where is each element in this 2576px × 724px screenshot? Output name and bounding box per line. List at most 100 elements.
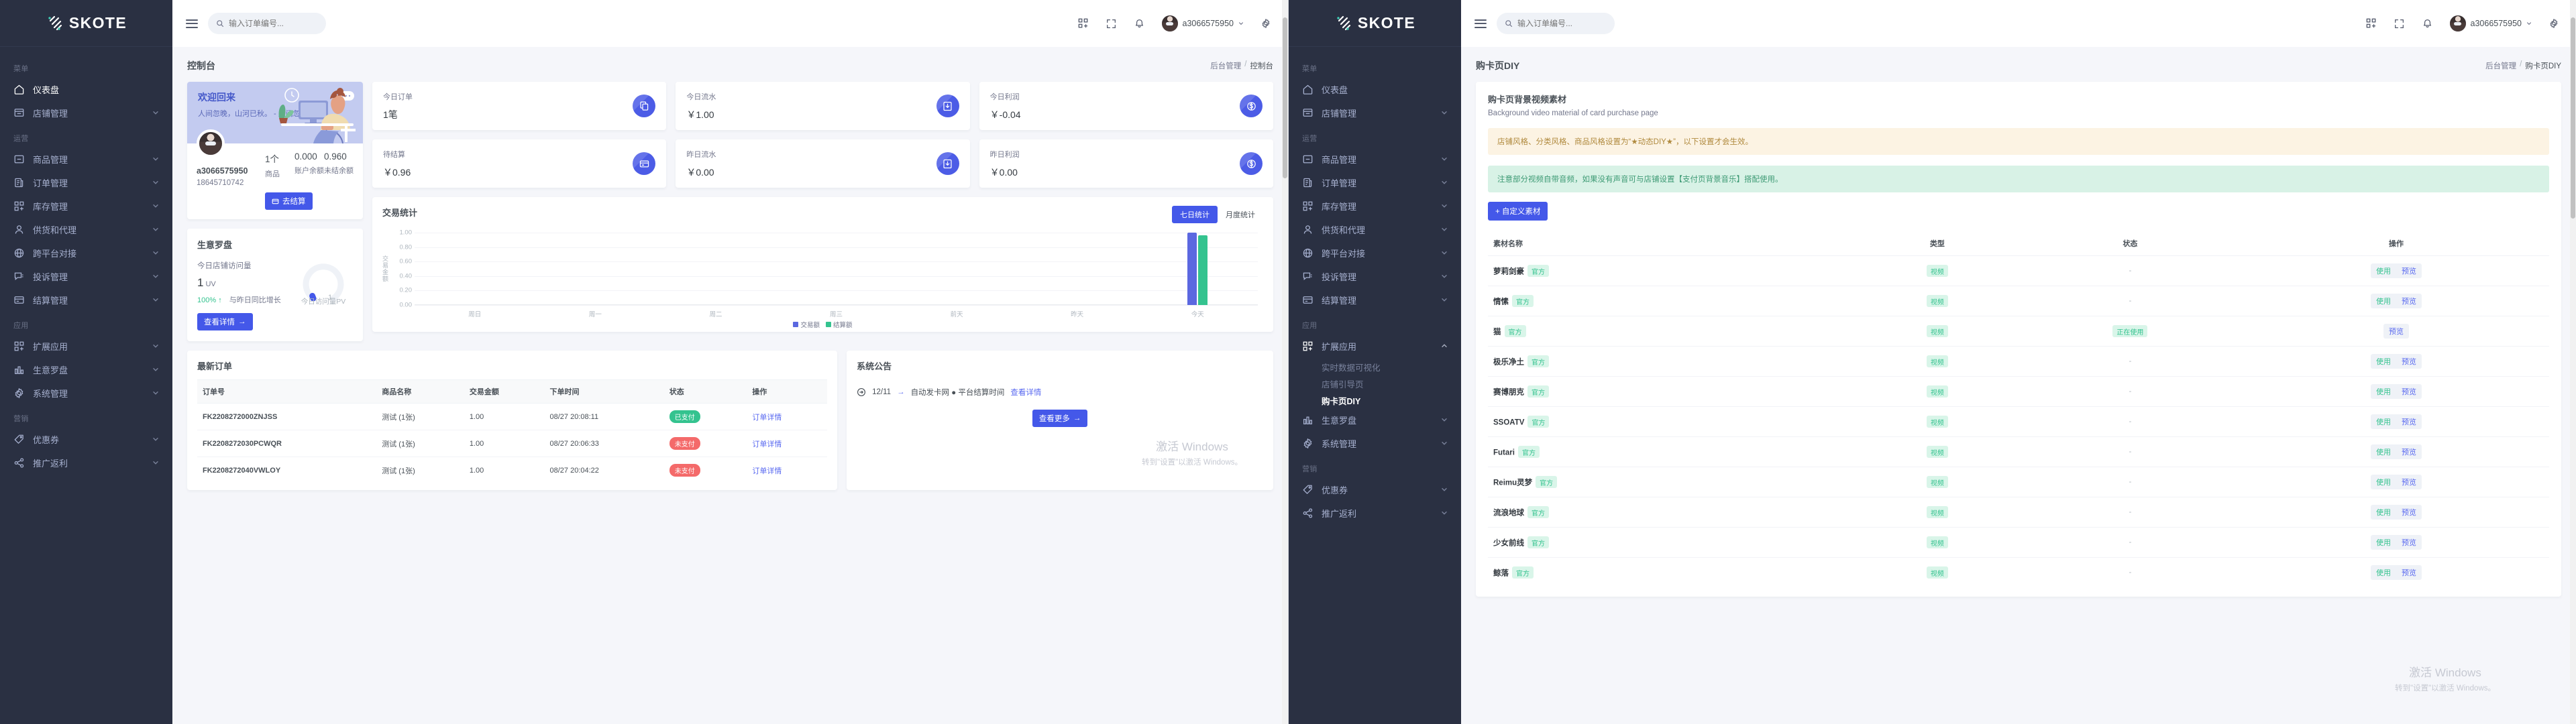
action-使用[interactable]: 使用 — [2371, 414, 2396, 429]
sidebar-item-扩展应用[interactable]: 扩展应用 — [0, 336, 172, 356]
sidebar-item-跨平台对接[interactable]: 跨平台对接 — [0, 243, 172, 263]
action-使用[interactable]: 使用 — [2371, 444, 2396, 459]
sidebar-item-推广返利[interactable]: 推广返利 — [1289, 503, 1461, 523]
action-预览[interactable]: 预览 — [2396, 414, 2422, 429]
user-menu[interactable]: a3066575950 — [1154, 0, 1252, 47]
action-预览[interactable]: 预览 — [2396, 444, 2422, 459]
view-detail-button[interactable]: 查看详情 → — [197, 313, 253, 330]
table-row[interactable]: FK2208272030PCWQR 测试 (1张) 1.00 08/27 20:06:… — [197, 430, 828, 457]
table-row[interactable]: 情愫 官方 视频 - 使用 预览 — [1488, 286, 2549, 316]
action-使用[interactable]: 使用 — [2371, 565, 2396, 580]
action-使用[interactable]: 使用 — [2371, 475, 2396, 489]
sidebar-subitem-店铺引导页[interactable]: 店铺引导页 — [1322, 376, 1461, 393]
sidebar-item-扩展应用[interactable]: 扩展应用 — [1289, 336, 1461, 356]
sidebar-item-供货和代理[interactable]: 供货和代理 — [1289, 219, 1461, 239]
table-row[interactable]: Futari 官方 视频 - 使用 预览 — [1488, 436, 2549, 467]
gear-icon[interactable] — [1252, 0, 1280, 47]
stat-card-4[interactable]: 昨日流水 ￥0.00 — [676, 139, 970, 188]
notice-item[interactable]: 12/11 → 自动发卡网 ● 平台结算时间 查看详情 — [857, 387, 1263, 398]
bell-icon[interactable] — [2414, 0, 2442, 47]
table-row[interactable]: 极乐净土 官方 视频 - 使用 预览 — [1488, 346, 2549, 377]
action-预览[interactable]: 预览 — [2396, 263, 2422, 278]
action-预览[interactable]: 预览 — [2383, 324, 2409, 339]
tab-seven-day[interactable]: 七日统计 — [1172, 206, 1218, 223]
action-预览[interactable]: 预览 — [2396, 535, 2422, 550]
action-使用[interactable]: 使用 — [2371, 294, 2396, 308]
sidebar-item-系统管理[interactable]: 系统管理 — [1289, 433, 1461, 453]
action-预览[interactable]: 预览 — [2396, 565, 2422, 580]
sidebar-item-推广返利[interactable]: 推广返利 — [0, 452, 172, 473]
action-预览[interactable]: 预览 — [2396, 294, 2422, 308]
sidebar-item-结算管理[interactable]: 结算管理 — [0, 290, 172, 310]
table-row[interactable]: 鲸落 官方 视频 - 使用 预览 — [1488, 558, 2549, 588]
sidebar-item-店铺管理[interactable]: 店铺管理 — [0, 103, 172, 123]
sidebar-item-生意罗盘[interactable]: 生意罗盘 — [1289, 410, 1461, 430]
legend-item-结算额[interactable]: 结算额 — [826, 320, 853, 329]
table-row[interactable]: 流浪地球 官方 视频 - 使用 预览 — [1488, 497, 2549, 528]
view-more-button[interactable]: 查看更多 → — [1032, 410, 1088, 427]
sidebar-item-库存管理[interactable]: 库存管理 — [1289, 196, 1461, 216]
menu-toggle-button[interactable] — [182, 13, 202, 34]
sidebar-item-供货和代理[interactable]: 供货和代理 — [0, 219, 172, 239]
order-detail-link[interactable]: 订单详情 — [752, 440, 782, 448]
search-box[interactable] — [1497, 13, 1615, 34]
table-row[interactable]: SSOATV 官方 视频 - 使用 预览 — [1488, 406, 2549, 437]
legend-item-交易额[interactable]: 交易额 — [793, 320, 820, 329]
stat-card-5[interactable]: 昨日利润 ￥0.00 — [979, 139, 1273, 188]
action-预览[interactable]: 预览 — [2396, 475, 2422, 489]
notice-detail-link[interactable]: 查看详情 — [1010, 387, 1041, 398]
sidebar-subitem-实时数据可视化[interactable]: 实时数据可视化 — [1322, 359, 1461, 376]
search-input[interactable] — [1517, 19, 1607, 28]
add-custom-material-button[interactable]: + 自定义素材 — [1488, 202, 1548, 221]
action-使用[interactable]: 使用 — [2371, 384, 2396, 399]
breadcrumb-item-0[interactable]: 后台管理 — [1210, 60, 1241, 71]
breadcrumb-item-0[interactable]: 后台管理 — [2485, 60, 2516, 71]
sidebar-item-生意罗盘[interactable]: 生意罗盘 — [0, 359, 172, 379]
table-row[interactable]: FK2208272000ZNJSS 测试 (1张) 1.00 08/27 20:08:… — [197, 403, 828, 430]
tab-monthly[interactable]: 月度统计 — [1218, 206, 1263, 223]
sidebar-item-优惠券[interactable]: 优惠券 — [1289, 479, 1461, 499]
fullscreen-icon[interactable] — [1097, 0, 1126, 47]
table-row[interactable]: FK2208272040VWLOY 测试 (1张) 1.00 08/27 20:04:… — [197, 457, 827, 484]
scrollbar-vertical[interactable] — [1282, 0, 1288, 724]
table-row[interactable]: 萝莉剑豪 官方 视频 - 使用 预览 — [1488, 255, 2549, 286]
order-detail-link[interactable]: 订单详情 — [752, 414, 782, 422]
apps-icon[interactable] — [2357, 0, 2385, 47]
stat-card-3[interactable]: 待结算 ￥0.96 — [372, 139, 667, 188]
brand-header[interactable]: SKOTE — [1289, 0, 1461, 47]
action-使用[interactable]: 使用 — [2371, 535, 2396, 550]
table-row[interactable]: Reimu灵梦 官方 视频 - 使用 预览 — [1488, 467, 2549, 497]
sidebar-subitem-购卡页DIY[interactable]: 购卡页DIY — [1322, 393, 1461, 410]
sidebar-item-仪表盘[interactable]: 仪表盘 — [1289, 79, 1461, 99]
action-使用[interactable]: 使用 — [2371, 505, 2396, 520]
sidebar-item-投诉管理[interactable]: 投诉管理 — [1289, 266, 1461, 286]
stat-card-1[interactable]: 今日流水 ￥1.00 — [676, 82, 970, 130]
action-预览[interactable]: 预览 — [2396, 384, 2422, 399]
action-预览[interactable]: 预览 — [2396, 354, 2422, 369]
action-使用[interactable]: 使用 — [2371, 263, 2396, 278]
sidebar-item-优惠券[interactable]: 优惠券 — [0, 429, 172, 449]
bell-icon[interactable] — [1126, 0, 1154, 47]
search-input[interactable] — [229, 19, 318, 28]
go-settle-button[interactable]: 去结算 — [265, 192, 313, 210]
table-row[interactable]: 猫官方 视频 正在使用 预览 — [1488, 316, 2549, 347]
table-row[interactable]: 赛博朋克 官方 视频 - 使用 预览 — [1488, 376, 2549, 407]
sidebar-item-商品管理[interactable]: 商品管理 — [0, 149, 172, 169]
sidebar-item-投诉管理[interactable]: 投诉管理 — [0, 266, 172, 286]
sidebar-item-店铺管理[interactable]: 店铺管理 — [1289, 103, 1461, 123]
search-box[interactable] — [208, 13, 326, 34]
sidebar-item-系统管理[interactable]: 系统管理 — [0, 383, 172, 403]
sidebar-item-仪表盘[interactable]: 仪表盘 — [0, 79, 172, 99]
order-detail-link[interactable]: 订单详情 — [752, 467, 782, 475]
fullscreen-icon[interactable] — [2385, 0, 2414, 47]
scrollbar-vertical[interactable] — [2570, 0, 2576, 724]
user-menu[interactable]: a3066575950 — [2442, 0, 2540, 47]
action-预览[interactable]: 预览 — [2396, 505, 2422, 520]
sidebar-item-库存管理[interactable]: 库存管理 — [0, 196, 172, 216]
sidebar-item-结算管理[interactable]: 结算管理 — [1289, 290, 1461, 310]
sidebar-item-跨平台对接[interactable]: 跨平台对接 — [1289, 243, 1461, 263]
table-row[interactable]: 少女前线 官方 视频 - 使用 预览 — [1488, 527, 2549, 558]
stat-card-0[interactable]: 今日订单 1笔 — [372, 82, 667, 130]
sidebar-item-订单管理[interactable]: 订单管理 — [1289, 172, 1461, 192]
stat-card-2[interactable]: 今日利润 ￥-0.04 — [979, 82, 1273, 130]
